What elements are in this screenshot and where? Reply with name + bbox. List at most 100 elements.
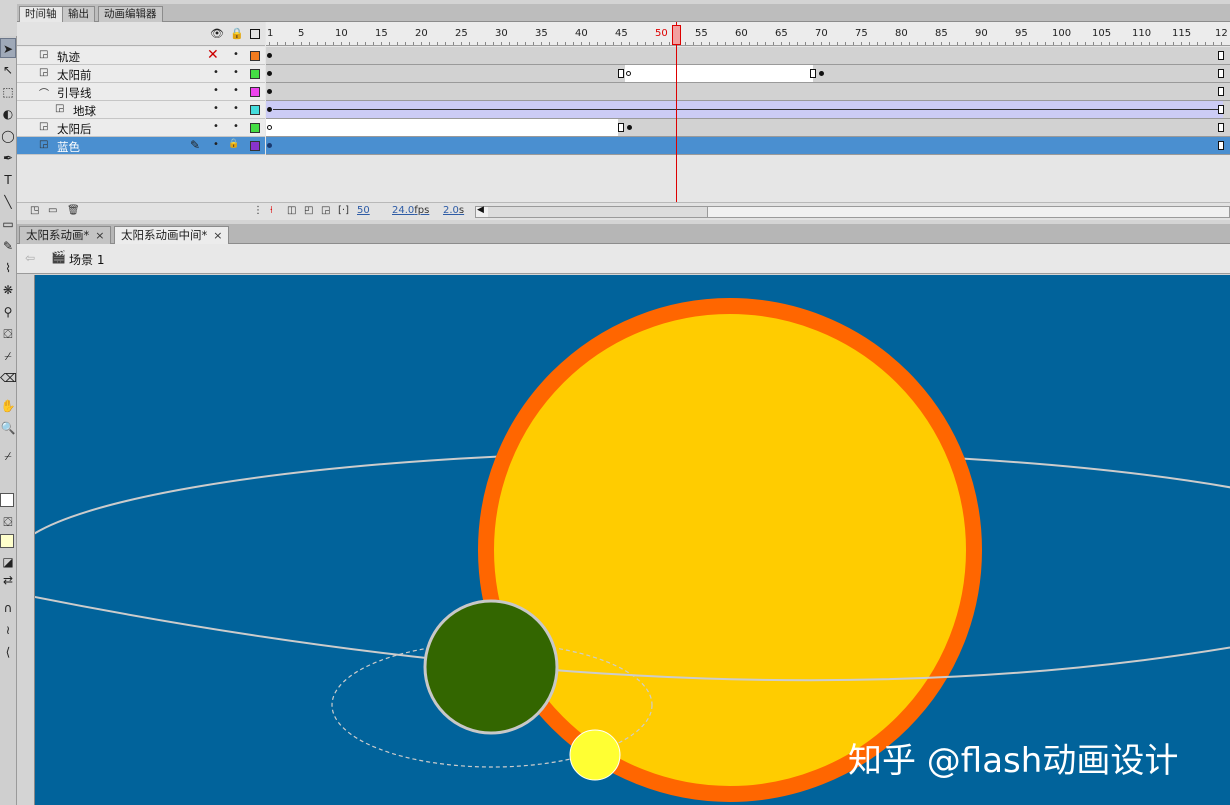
earth[interactable] — [423, 599, 559, 735]
brush-tool-icon[interactable]: ⌇ — [0, 258, 16, 278]
eraser-tool-icon[interactable]: ⌫ — [0, 368, 16, 388]
fill-color-swatch[interactable] — [0, 534, 14, 548]
onion-outline-icon[interactable]: ◰ — [304, 205, 313, 216]
fps-number[interactable]: 24.0 — [392, 205, 414, 216]
zoom-tool-icon[interactable]: 🔍 — [0, 418, 16, 438]
layer-outline-color[interactable] — [250, 69, 260, 79]
tab-motion-editor[interactable]: 动画编辑器 — [98, 6, 163, 22]
layer-name[interactable]: 蓝色 — [57, 139, 80, 155]
fill-color-icon[interactable]: ⛋ — [0, 512, 16, 532]
smooth-icon[interactable]: ≀ — [0, 620, 16, 640]
pencil-tool-icon[interactable]: ✎ — [0, 236, 16, 256]
layer-name[interactable]: 太阳前 — [57, 67, 92, 83]
new-layer-icon[interactable]: ◳ — [30, 205, 39, 216]
frame-row[interactable] — [266, 137, 1230, 155]
delete-layer-icon[interactable]: 🗑 — [67, 205, 80, 216]
stroke-color-icon[interactable]: ⌿ — [0, 446, 16, 466]
lock-icon[interactable]: 🔒 — [230, 27, 244, 41]
lasso-tool-icon[interactable]: ◯ — [0, 126, 16, 146]
selection-tool-icon[interactable]: ➤ — [0, 38, 16, 58]
eye-icon[interactable]: 👁 — [210, 27, 224, 41]
time-number[interactable]: 2.0 — [443, 205, 459, 216]
lock-dot-icon[interactable]: • — [233, 67, 239, 78]
scene-breadcrumb[interactable]: 场景 1 — [69, 251, 104, 268]
onion-markers-icon[interactable]: [·] — [338, 205, 349, 216]
playhead[interactable] — [672, 25, 681, 45]
layer-outline-color[interactable] — [250, 87, 260, 97]
layer-outline-color[interactable] — [250, 123, 260, 133]
black-white-icon[interactable]: ◪ — [0, 552, 16, 572]
hand-tool-icon[interactable]: ✋ — [0, 396, 16, 416]
3d-rotation-tool-icon[interactable]: ◐ — [0, 104, 16, 124]
doc-tab-solar-animation-middle[interactable]: 太阳系动画中间* × — [114, 226, 230, 244]
close-icon[interactable]: × — [95, 229, 104, 242]
lock-dot-icon[interactable]: • — [233, 85, 239, 96]
subselection-tool-icon[interactable]: ↖ — [0, 60, 16, 80]
back-arrow-icon[interactable]: ⇦ — [25, 251, 35, 265]
lock-dot-icon[interactable]: • — [233, 103, 239, 114]
text-tool-icon[interactable]: T — [0, 170, 16, 190]
frame-row[interactable] — [266, 101, 1230, 119]
bone-tool-icon[interactable]: ⚲ — [0, 302, 16, 322]
current-frame-value[interactable]: 50 — [357, 205, 370, 216]
layer-name[interactable]: 引导线 — [57, 85, 92, 101]
layer-row[interactable]: ◲ 蓝色 • ✎ 🔒 — [17, 137, 265, 155]
hidden-x-icon[interactable]: ✕ — [207, 47, 219, 63]
straighten-icon[interactable]: ⟨ — [0, 642, 16, 662]
layer-outline-color[interactable] — [250, 141, 260, 151]
layer-row[interactable]: ◲ 地球 • • — [17, 101, 265, 119]
tab-output[interactable]: 输出 — [62, 6, 95, 22]
close-icon[interactable]: × — [213, 229, 222, 242]
layer-name[interactable]: 地球 — [73, 103, 96, 119]
frame-row[interactable] — [266, 65, 1230, 83]
pen-tool-icon[interactable]: ✒ — [0, 148, 16, 168]
tab-timeline[interactable]: 时间轴 — [19, 6, 63, 22]
onion-skin-icon[interactable]: ◫ — [287, 205, 296, 216]
rectangle-tool-icon[interactable]: ▭ — [0, 214, 16, 234]
sun[interactable] — [478, 298, 982, 802]
frame-row[interactable] — [266, 119, 1230, 137]
layer-outline-color[interactable] — [250, 51, 260, 61]
line-tool-icon[interactable]: ╲ — [0, 192, 16, 212]
moon[interactable] — [569, 729, 621, 781]
center-frame-icon[interactable]: ⍿ — [270, 205, 273, 216]
layer-name[interactable]: 轨迹 — [57, 49, 80, 65]
fps-value[interactable]: 24.0fps — [392, 205, 429, 216]
paint-bucket-tool-icon[interactable]: ⛋ — [0, 324, 16, 344]
lock-dot-icon[interactable]: • — [233, 49, 239, 60]
layer-name[interactable]: 太阳后 — [57, 121, 92, 137]
visibility-dot-icon[interactable]: • — [213, 67, 219, 78]
stroke-color-swatch[interactable] — [0, 493, 14, 507]
ruler-tick — [589, 42, 590, 45]
outline-icon[interactable] — [250, 29, 260, 39]
visibility-dot-icon[interactable]: • — [213, 139, 219, 150]
frame-row[interactable] — [266, 83, 1230, 101]
scroll-left-icon[interactable]: ◀ — [477, 205, 484, 215]
frame-grid[interactable] — [266, 47, 1230, 191]
stage-canvas[interactable]: 知乎 @flash动画设计 — [35, 275, 1230, 805]
frame-row[interactable] — [266, 47, 1230, 65]
frame-ruler[interactable]: 1 5 10 15 20 25 30 35 40 45 50 55 60 65 70 75 80 85 90 95 10… — [266, 22, 1230, 46]
swap-colors-icon[interactable]: ⇄ — [0, 570, 16, 590]
visibility-dot-icon[interactable]: • — [213, 121, 219, 132]
timeline-scrollbar[interactable]: ◀ — [475, 205, 1230, 218]
layer-row[interactable]: ◲ 轨迹 ✕ • — [17, 47, 265, 65]
lock-icon[interactable]: 🔒 — [228, 139, 239, 149]
scrollbar-thumb[interactable] — [488, 207, 708, 217]
doc-tab-solar-animation[interactable]: 太阳系动画* × — [19, 226, 112, 244]
elapsed-time-value[interactable]: 2.0s — [443, 205, 464, 216]
layer-row[interactable]: ◲ 太阳后 • • — [17, 119, 265, 137]
divider-grip-icon[interactable]: ⋮ — [253, 205, 263, 216]
eyedropper-tool-icon[interactable]: ⌿ — [0, 346, 16, 366]
free-transform-tool-icon[interactable]: ⬚ — [0, 82, 16, 102]
layer-row[interactable]: ◲ 太阳前 • • — [17, 65, 265, 83]
layer-outline-color[interactable] — [250, 105, 260, 115]
edit-multiple-frames-icon[interactable]: ◲ — [321, 205, 330, 216]
visibility-dot-icon[interactable]: • — [213, 103, 219, 114]
new-folder-icon[interactable]: ▭ — [48, 205, 57, 216]
visibility-dot-icon[interactable]: • — [213, 85, 219, 96]
deco-tool-icon[interactable]: ❋ — [0, 280, 16, 300]
snap-magnet-icon[interactable]: ∩ — [0, 598, 16, 618]
layer-row[interactable]: ⌒ 引导线 • • — [17, 83, 265, 101]
lock-dot-icon[interactable]: • — [233, 121, 239, 132]
